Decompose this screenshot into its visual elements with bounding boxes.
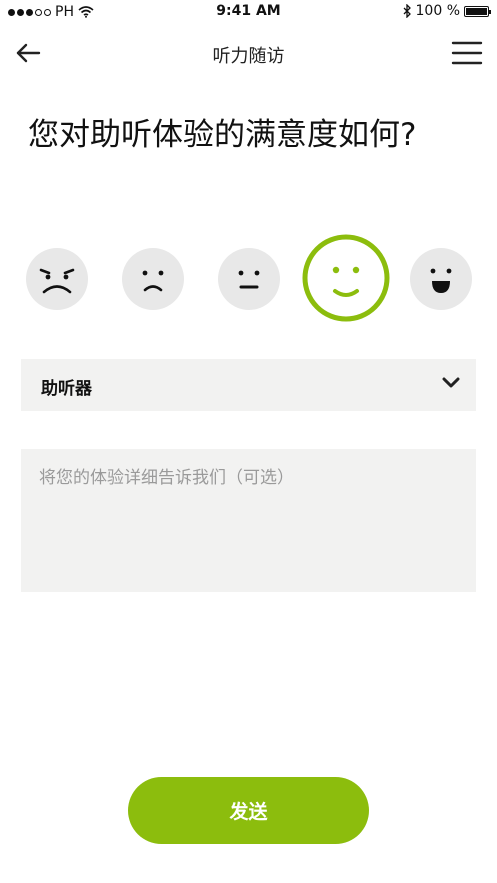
- chevron-down-icon: [442, 377, 460, 388]
- rating-option-5[interactable]: [410, 248, 472, 314]
- very-unhappy-face-icon: [26, 248, 88, 310]
- back-button[interactable]: [12, 38, 46, 68]
- status-right: 100 %: [403, 3, 491, 19]
- neutral-face-icon: [218, 248, 280, 310]
- dropdown-selected-value: 助听器: [41, 379, 92, 399]
- satisfaction-rating: [0, 232, 497, 327]
- unhappy-face-icon: [122, 248, 184, 310]
- battery-icon: [464, 5, 491, 17]
- rating-option-4[interactable]: [302, 234, 390, 326]
- status-bar: PH 9:41 AM 100 %: [0, 0, 497, 24]
- rating-option-2[interactable]: [122, 248, 184, 314]
- bluetooth-icon: [403, 4, 411, 18]
- happy-face-icon: [302, 234, 390, 322]
- navigation-bar: 听力随访: [0, 30, 497, 76]
- menu-button[interactable]: [451, 38, 483, 68]
- send-button[interactable]: 发送: [128, 777, 369, 844]
- device-dropdown[interactable]: 助听器: [21, 359, 476, 411]
- page-title: 听力随访: [212, 46, 285, 67]
- rating-option-3[interactable]: [218, 248, 280, 314]
- hamburger-menu-icon: [451, 41, 483, 65]
- very-happy-face-icon: [410, 248, 472, 310]
- feedback-textarea[interactable]: [21, 449, 476, 592]
- question-heading: 您对助听体验的满意度如何?: [28, 117, 417, 153]
- arrow-left-icon: [16, 43, 41, 63]
- battery-percent: 100 %: [415, 3, 460, 19]
- rating-option-1[interactable]: [26, 248, 88, 314]
- battery-fill: [466, 7, 487, 15]
